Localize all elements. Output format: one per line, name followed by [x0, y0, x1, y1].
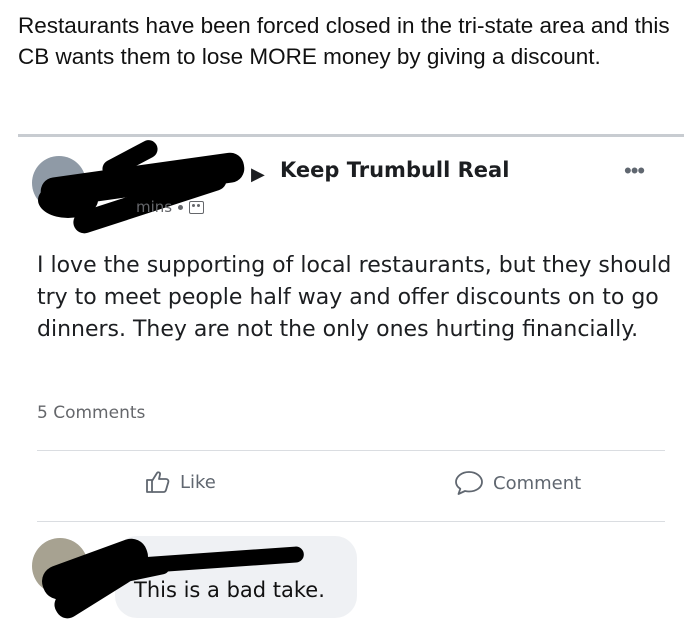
caption-divider [18, 134, 684, 137]
divider [37, 521, 665, 522]
group-name-link[interactable]: Keep Trumbull Real [280, 158, 509, 182]
share-arrow-icon: ▶ [251, 164, 265, 184]
comment-label: Comment [493, 472, 582, 494]
comment-bubble [115, 536, 357, 618]
comments-count-link[interactable]: 5 Comments [37, 403, 145, 423]
post-time[interactable]: mins [80, 198, 172, 216]
caption-text: Restaurants have been forced closed in t… [18, 13, 670, 69]
more-options-icon[interactable]: ••• [624, 158, 645, 184]
comment-button[interactable]: Comment [454, 470, 581, 496]
comment-text: This is a bad take. [134, 578, 325, 602]
speech-bubble-icon [455, 471, 483, 495]
post-body-text: I love the supporting of local restauran… [37, 253, 672, 342]
like-label: Like [180, 471, 216, 493]
thumbs-up-icon [146, 471, 170, 493]
divider [37, 450, 665, 451]
group-audience-icon [189, 200, 205, 214]
like-button[interactable]: Like [145, 470, 216, 494]
separator-dot [178, 204, 184, 210]
post-meta: mins [80, 198, 205, 216]
